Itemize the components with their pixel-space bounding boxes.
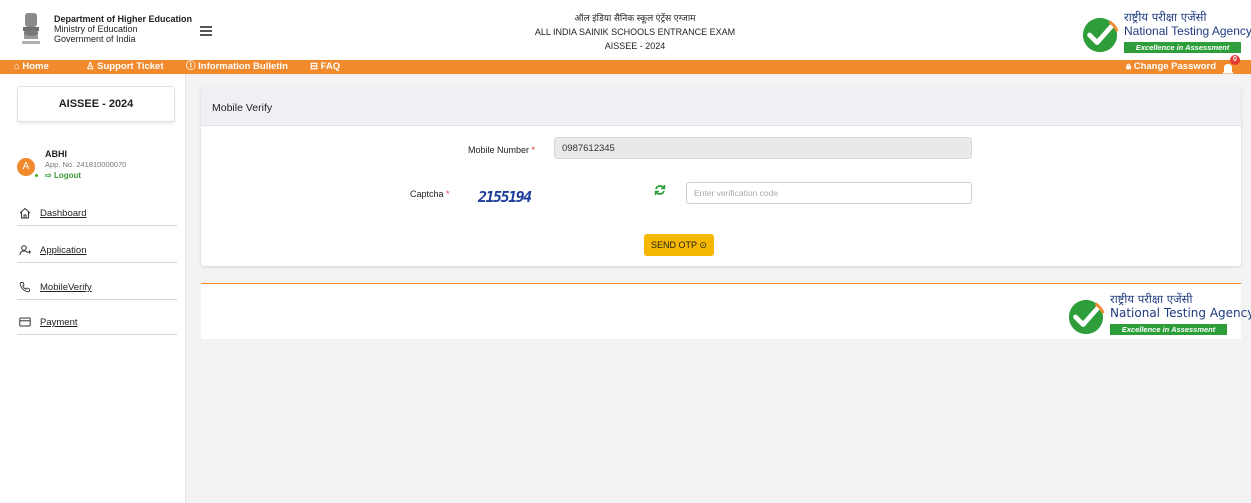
nav-home[interactable]: ⌂ Home xyxy=(14,61,49,73)
arrow-circle-icon: ⊙ xyxy=(699,239,707,250)
nta-name-hindi: राष्ट्रीय परीक्षा एजेंसी xyxy=(1124,10,1207,24)
mobile-number-label: Mobile Number * xyxy=(468,145,535,155)
exam-title-english: ALL INDIA SAINIK SCHOOLS ENTRANCE EXAM xyxy=(534,27,736,37)
ministry-name: Ministry of Education xyxy=(54,24,138,34)
footer-nta-logo: राष्ट्रीय परीक्षा एजेंसी National Testin… xyxy=(1067,292,1251,338)
sidebar-item-payment[interactable]: Payment xyxy=(17,313,177,335)
nav-support-ticket[interactable]: ♙ Support Ticket xyxy=(86,61,164,73)
nav-faq[interactable]: ⊟ FAQ xyxy=(310,61,340,73)
avatar: A xyxy=(17,158,35,176)
hamburger-menu-icon[interactable] xyxy=(200,26,212,36)
department-title: Department of Higher Education xyxy=(54,14,193,24)
nav-faq-label: FAQ xyxy=(320,61,341,72)
nav-change-password[interactable]: 🔒︎ Change Password xyxy=(1126,61,1216,73)
lock-icon: 🔒︎ xyxy=(1126,61,1132,72)
sidebar: AISSEE - 2024 A ABHI App. No. 2418100000… xyxy=(0,74,186,503)
app-header: Department of Higher Education Ministry … xyxy=(0,0,1251,60)
user-add-icon xyxy=(19,245,31,256)
application-number: App. No. 241810000070 xyxy=(45,160,127,169)
logout-link[interactable]: ⇨ Logout xyxy=(45,171,81,180)
national-emblem-icon xyxy=(22,13,40,44)
exam-title-block: ऑल इंडिया सैनिक स्कूल एंट्रेंस एग्जाम AL… xyxy=(475,11,795,53)
logout-label: Logout xyxy=(53,171,82,180)
nta-check-icon xyxy=(1068,299,1105,335)
exam-title-hindi: ऑल इंडिया सैनिक स्कूल एंट्रेंस एग्जाम xyxy=(574,13,696,23)
notification-count-badge: 0 xyxy=(1230,55,1240,65)
sidebar-item-label: Application xyxy=(40,245,87,256)
department-block: Department of Higher Education Ministry … xyxy=(54,14,192,44)
footer-nta-tagline: Excellence in Assessment xyxy=(1110,324,1227,335)
exam-code: AISSEE - 2024 xyxy=(604,41,666,51)
user-name: ABHI xyxy=(45,149,67,159)
chat-icon: ⊟ xyxy=(310,61,318,72)
top-navbar: ⌂ Home ♙ Support Ticket ⓘ Information Bu… xyxy=(0,60,1251,74)
card-header: Mobile Verify xyxy=(201,87,1241,126)
footer-nta-name-hindi: राष्ट्रीय परीक्षा एजेंसी xyxy=(1110,292,1193,306)
nta-logo: राष्ट्रीय परीक्षा एजेंसी National Testin… xyxy=(1081,10,1251,56)
sidebar-item-label: Dashboard xyxy=(40,208,87,219)
phone-icon xyxy=(19,282,30,293)
sidebar-exam-title: AISSEE - 2024 xyxy=(17,86,175,122)
sidebar-item-label: Payment xyxy=(40,317,78,328)
send-otp-label: SEND OTP xyxy=(651,239,697,250)
page-footer: राष्ट्रीय परीक्षा एजेंसी National Testin… xyxy=(201,283,1251,339)
home-icon: ⌂ xyxy=(14,61,20,72)
mobile-number-label-text: Mobile Number xyxy=(468,145,530,155)
government-name: Government of India xyxy=(54,34,136,44)
nta-check-icon xyxy=(1082,17,1119,53)
home-icon xyxy=(19,207,31,219)
nav-home-label: Home xyxy=(22,61,49,72)
logout-icon: ⇨ xyxy=(45,171,52,180)
mobile-verify-card: Mobile Verify Mobile Number * Captcha * … xyxy=(201,87,1241,266)
nav-information-bulletin[interactable]: ⓘ Information Bulletin xyxy=(186,61,288,73)
sidebar-item-label: MobileVerify xyxy=(40,282,92,293)
online-status-dot xyxy=(34,173,39,178)
person-icon: ♙ xyxy=(86,61,95,72)
footer-nta-name-english: National Testing Agency xyxy=(1110,306,1251,320)
verification-code-input[interactable] xyxy=(686,182,972,204)
captcha-label: Captcha * xyxy=(410,189,450,199)
nta-tagline: Excellence in Assessment xyxy=(1124,42,1241,53)
mobile-number-field[interactable] xyxy=(554,137,972,159)
sidebar-item-dashboard[interactable]: Dashboard xyxy=(17,204,177,226)
required-asterisk: * xyxy=(531,145,536,155)
sidebar-item-mobileverify[interactable]: MobileVerify xyxy=(17,278,177,300)
captcha-image: 2155194 xyxy=(471,182,554,214)
nav-change-password-label: Change Password xyxy=(1133,61,1217,72)
captcha-text: 2155194 xyxy=(478,188,532,206)
card-icon xyxy=(19,317,31,327)
nav-bulletin-label: Information Bulletin xyxy=(198,61,288,72)
captcha-label-text: Captcha xyxy=(410,189,444,199)
card-title: Mobile Verify xyxy=(212,102,273,114)
refresh-captcha-icon[interactable] xyxy=(654,184,666,196)
send-otp-button[interactable]: SEND OTP ⊙ xyxy=(644,234,714,256)
nta-name-english: National Testing Agency xyxy=(1124,24,1251,38)
required-asterisk: * xyxy=(446,189,450,199)
sidebar-item-application[interactable]: Application xyxy=(17,241,177,263)
info-icon: ⓘ xyxy=(186,61,196,72)
nav-support-label: Support Ticket xyxy=(97,61,164,72)
